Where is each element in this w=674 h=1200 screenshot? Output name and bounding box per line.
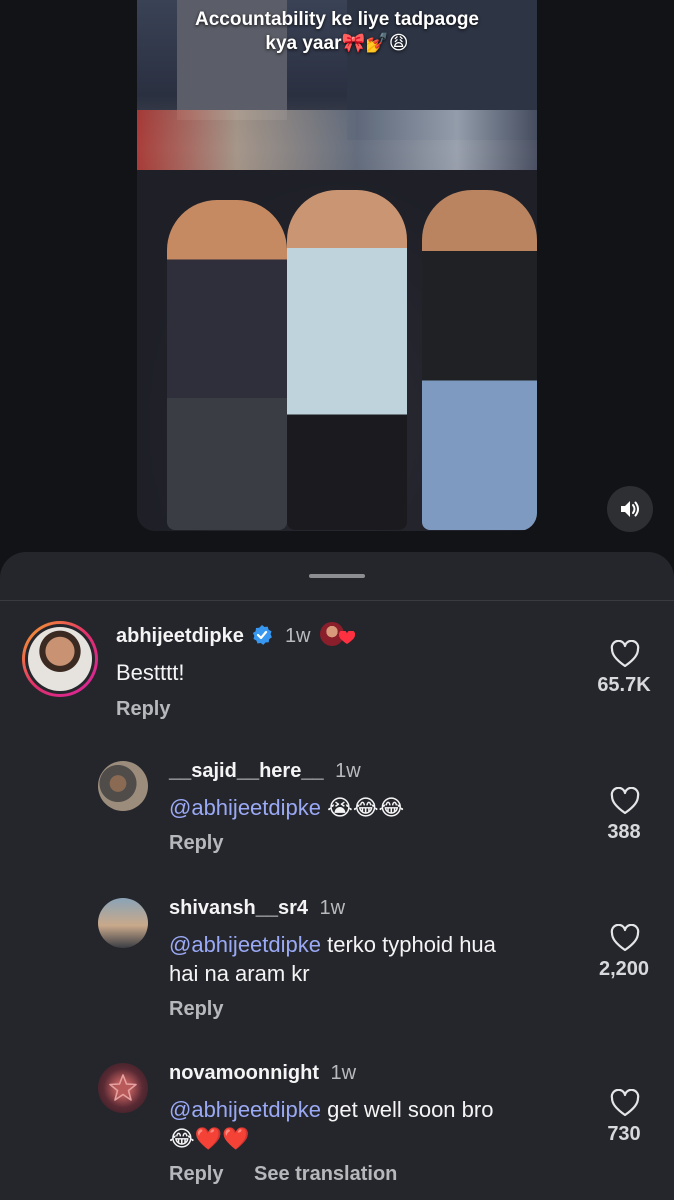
comment-time: 1w <box>284 625 311 647</box>
comment-body: 😭😂😂 <box>327 795 405 820</box>
video-person <box>167 200 287 530</box>
mention-link[interactable]: @abhijeetdipke <box>169 795 321 820</box>
heart-icon[interactable] <box>610 924 640 952</box>
reply-button[interactable]: Reply <box>116 698 170 721</box>
comment-time: 1w <box>319 897 346 919</box>
avatar-story-ring[interactable] <box>22 621 98 697</box>
sound-toggle-button[interactable] <box>607 486 653 532</box>
username-text: shivansh__sr4 <box>169 897 308 919</box>
like-count: 388 <box>607 821 641 843</box>
reply-button[interactable]: Reply <box>169 998 223 1021</box>
heart-icon[interactable] <box>610 787 640 815</box>
comment-body: 😂❤️❤️ <box>169 1126 250 1151</box>
video-caption: Accountability ke liye tadpaoge kya yaar… <box>137 8 537 56</box>
heart-icon <box>339 631 356 644</box>
comment-body: hai na aram kr <box>169 961 310 986</box>
heart-icon[interactable] <box>610 640 640 668</box>
video-background-shops <box>137 110 537 170</box>
comment-time: 1w <box>335 760 361 782</box>
comment-text: Bestttt! <box>116 660 185 685</box>
comment-text: @abhijeetdipke get well soon bro 😂❤️❤️ <box>169 1095 589 1153</box>
reply-button[interactable]: Reply <box>169 832 223 855</box>
like-count: 2,200 <box>598 958 650 980</box>
caption-line: Accountability ke liye tadpaoge <box>194 9 480 30</box>
mention-link[interactable]: @abhijeetdipke <box>169 932 321 957</box>
comment-item: novamoonnight 1w @abhijeetdipke get well… <box>0 1059 674 1189</box>
reel-video[interactable]: Accountability ke liye tadpaoge kya yaar… <box>137 0 537 531</box>
username-text: abhijeetdipke <box>116 625 244 647</box>
comment-username[interactable]: __sajid__here__ 1w <box>169 760 361 783</box>
like-count: 65.7K <box>597 674 651 696</box>
heart-icon[interactable] <box>610 1089 640 1117</box>
comment-body: get well soon bro <box>327 1097 494 1122</box>
video-person <box>287 190 407 530</box>
comment-username[interactable]: shivansh__sr4 1w <box>169 897 345 920</box>
comments-sheet: abhijeetdipke 1w Bestttt! Reply 65.7K __… <box>0 552 674 1200</box>
divider <box>0 600 674 601</box>
comment-body: terko typhoid hua <box>327 932 496 957</box>
comment-text: @abhijeetdipke terko typhoid hua hai na … <box>169 930 589 988</box>
comment-time: 1w <box>330 1062 357 1084</box>
username-text: novamoonnight <box>169 1062 319 1084</box>
username-text: __sajid__here__ <box>169 760 324 782</box>
star-icon <box>109 1074 137 1101</box>
avatar-image <box>28 627 92 691</box>
avatar <box>25 624 95 694</box>
video-person <box>422 190 537 530</box>
reply-button[interactable]: Reply <box>169 1163 223 1186</box>
comment-item: shivansh__sr4 1w @abhijeetdipke terko ty… <box>0 894 674 1024</box>
comment-item: __sajid__here__ 1w @abhijeetdipke 😭😂😂 Re… <box>0 757 674 867</box>
avatar[interactable] <box>98 1063 148 1113</box>
comment-username[interactable]: abhijeetdipke 1w <box>116 622 356 648</box>
avatar[interactable] <box>98 898 148 948</box>
verified-badge-icon <box>253 625 273 645</box>
see-translation-button[interactable]: See translation <box>254 1163 397 1186</box>
speaker-icon <box>621 501 639 517</box>
comment-item: abhijeetdipke 1w Bestttt! Reply 65.7K <box>0 618 674 728</box>
mention-link[interactable]: @abhijeetdipke <box>169 1097 321 1122</box>
comment-text: @abhijeetdipke 😭😂😂 <box>169 793 404 822</box>
avatar[interactable] <box>98 761 148 811</box>
liked-by-creator-badge <box>320 622 356 648</box>
drag-handle[interactable] <box>309 574 365 578</box>
like-count: 730 <box>607 1123 641 1145</box>
comment-username[interactable]: novamoonnight 1w <box>169 1062 356 1085</box>
video-section: Accountability ke liye tadpaoge kya yaar… <box>0 0 674 560</box>
caption-line: kya yaar🎀💅😩 <box>265 33 409 54</box>
